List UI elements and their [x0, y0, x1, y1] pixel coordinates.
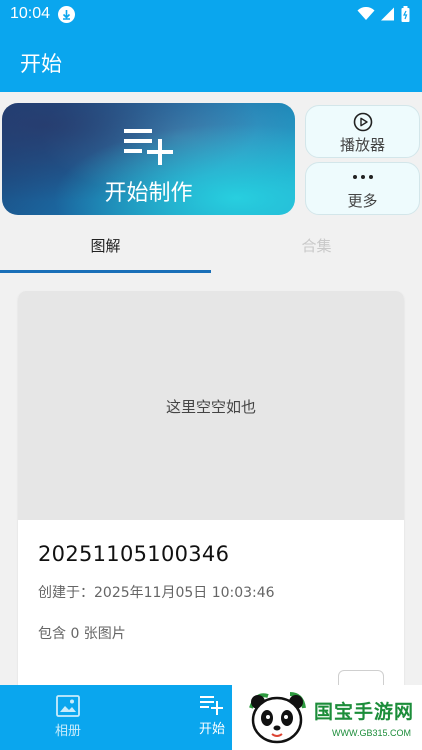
download-icon	[58, 6, 75, 23]
tab-bar: 图解 合集	[0, 226, 422, 274]
card-created: 创建于：2025年11月05日 10:03:46	[38, 585, 275, 601]
more-dots-icon	[306, 175, 419, 179]
bottom-nav: 相册 开始	[0, 685, 232, 750]
card-image-count: 包含 0 张图片	[38, 626, 126, 642]
project-card[interactable]: 这里空空如也 20251105100346 创建于：2025年11月05日 10…	[18, 291, 404, 711]
status-bar: 10:04	[0, 0, 422, 30]
start-create-card[interactable]: 开始制作	[2, 103, 295, 215]
card-thumbnail: 这里空空如也	[18, 291, 404, 520]
tab-collection[interactable]: 合集	[211, 226, 422, 274]
nav-album-label: 相册	[54, 724, 81, 739]
watermark: 国宝手游网 WWW.GB315.COM	[232, 685, 422, 750]
more-button[interactable]: 更多	[305, 162, 420, 215]
wifi-icon	[357, 7, 375, 20]
add-list-icon	[200, 696, 223, 715]
card-title: 20251105100346	[38, 542, 230, 566]
player-label: 播放器	[339, 136, 385, 154]
watermark-title: 国宝手游网	[314, 701, 415, 723]
empty-text: 这里空空如也	[165, 398, 256, 416]
add-list-icon	[124, 129, 173, 165]
battery-icon	[401, 6, 410, 22]
signal-icon	[381, 7, 394, 21]
more-label: 更多	[347, 192, 378, 210]
player-button[interactable]: 播放器	[305, 105, 420, 158]
status-icons	[357, 6, 410, 22]
nav-album[interactable]: 相册	[10, 685, 126, 750]
watermark-url: WWW.GB315.COM	[332, 728, 412, 738]
image-icon	[56, 695, 80, 717]
tab-diagram[interactable]: 图解	[0, 226, 211, 274]
play-circle-icon	[353, 112, 372, 132]
app-bar: 开始	[0, 30, 422, 92]
start-create-label: 开始制作	[104, 181, 193, 206]
panda-logo-icon	[249, 692, 306, 744]
page-title: 开始	[20, 52, 62, 76]
status-time: 10:04	[10, 5, 51, 22]
tab-indicator	[0, 270, 211, 273]
